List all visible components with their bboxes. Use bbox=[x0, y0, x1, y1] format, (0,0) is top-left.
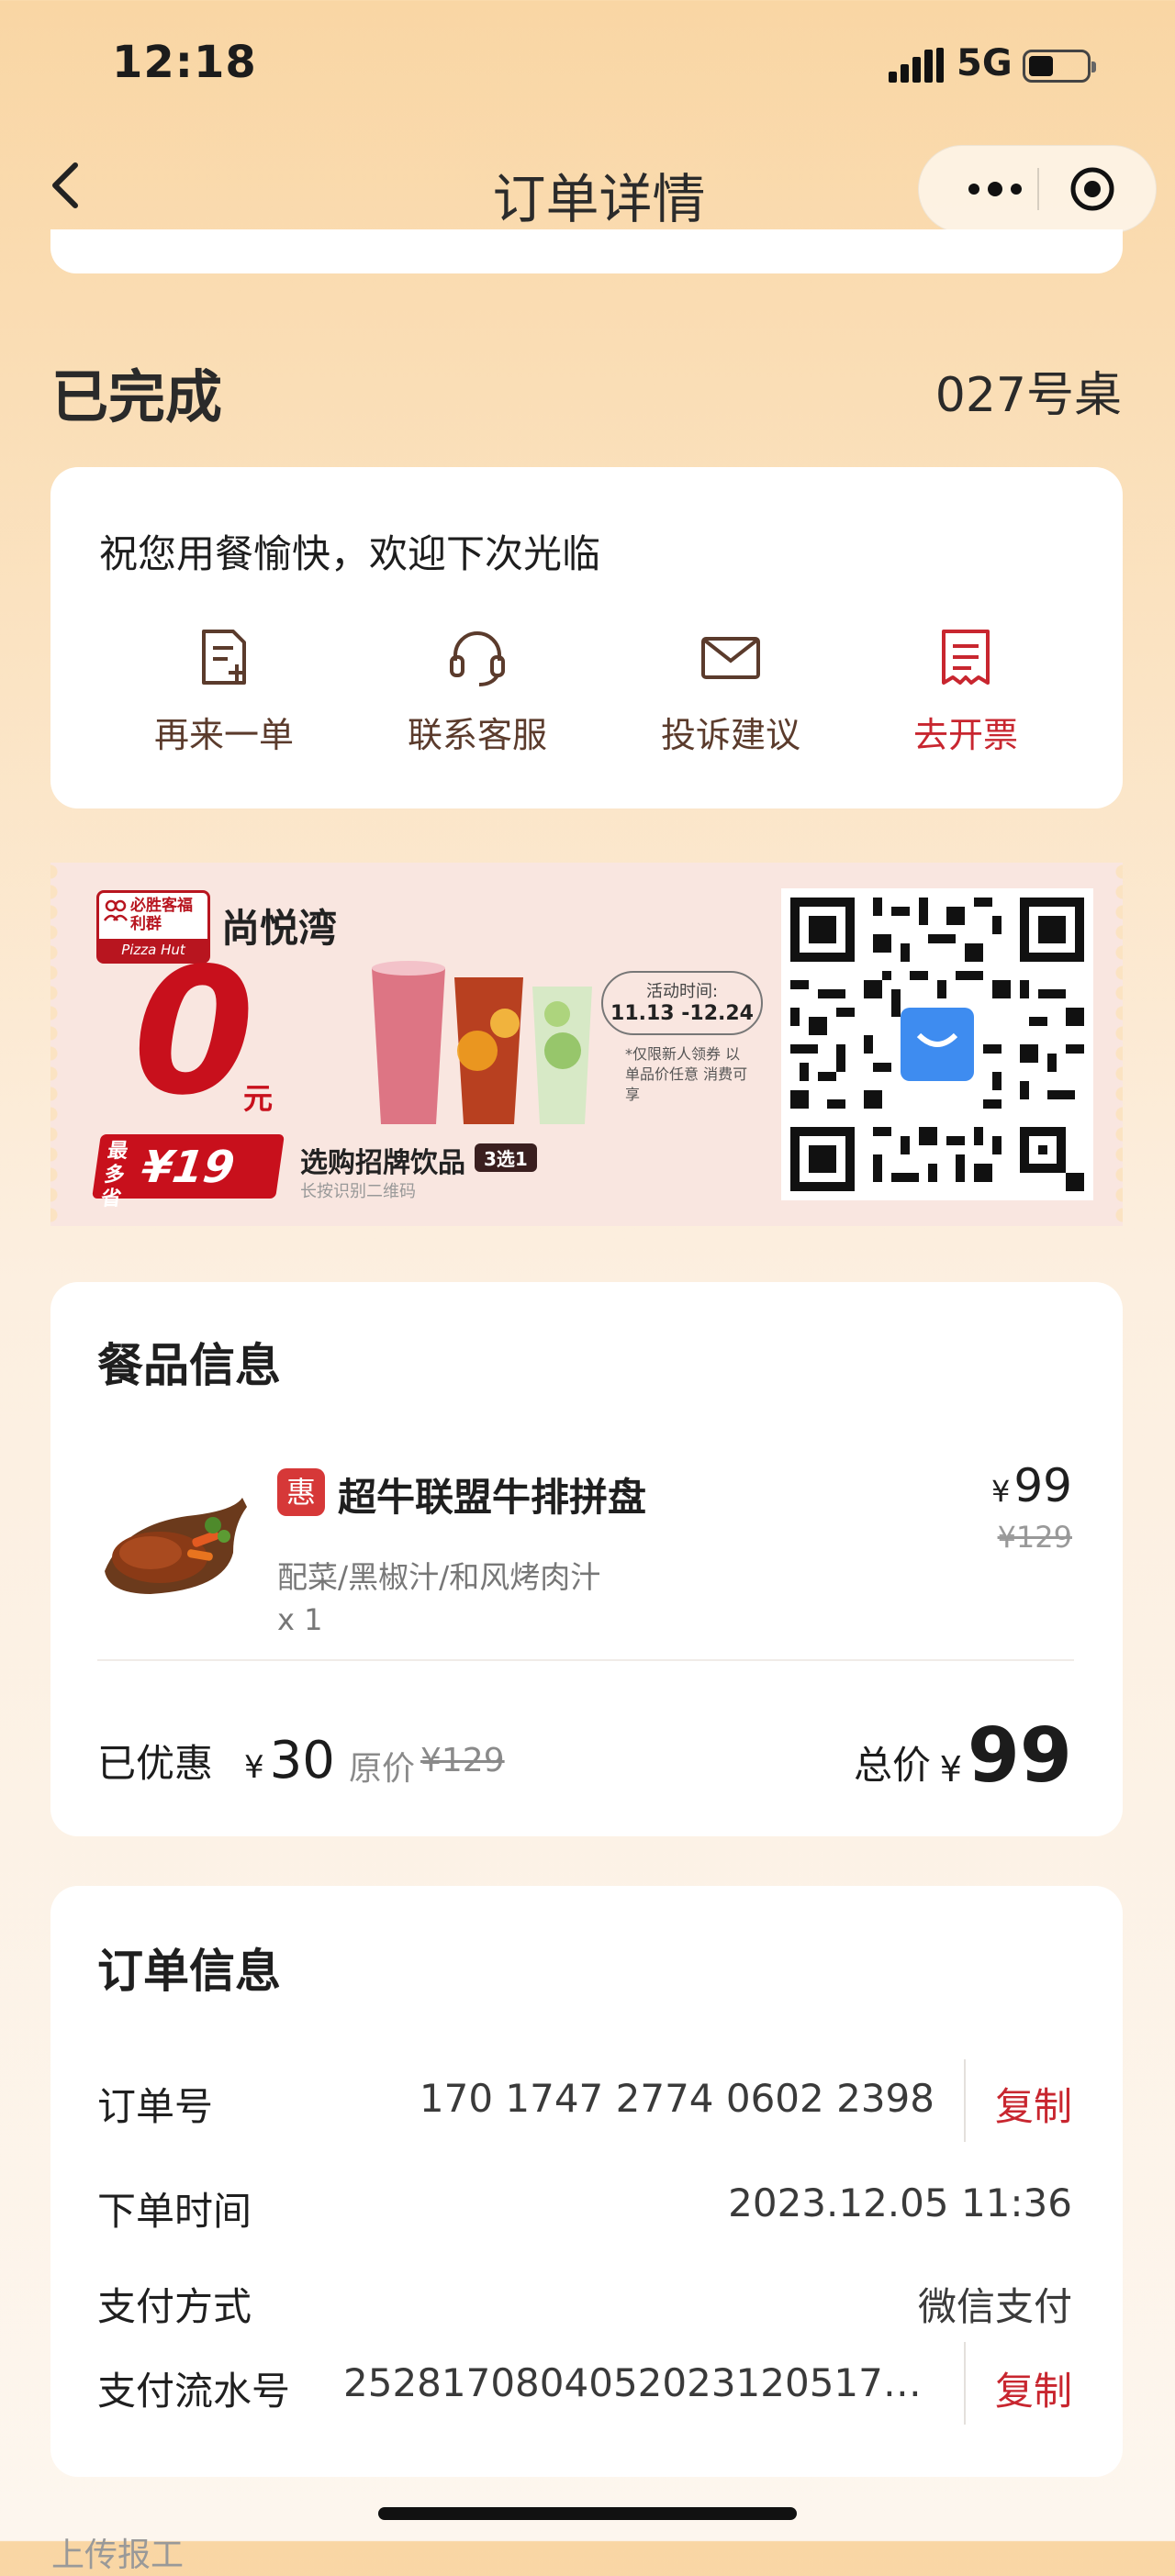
table-number: 027号桌 bbox=[934, 368, 1122, 423]
promo-banner[interactable]: 必胜客福利群 Pizza Hut 尚悦湾 0 元 最多省 ¥19 活动时间: 1… bbox=[50, 863, 1123, 1226]
invoice-label: 去开票 bbox=[912, 715, 1018, 755]
order-status: 已完成 bbox=[51, 363, 223, 430]
close-target-icon[interactable] bbox=[1069, 166, 1115, 212]
copy-divider bbox=[964, 2059, 966, 2142]
ad-big-number: 0 bbox=[133, 931, 255, 1133]
ad-save-badge: 最多省 ¥19 bbox=[92, 1134, 285, 1210]
status-time: 12:18 bbox=[112, 37, 257, 88]
welcome-message: 祝您用餐愉快，欢迎下次光临 bbox=[99, 531, 601, 576]
saved-value: 30 bbox=[269, 1731, 335, 1790]
mini-program-capsule bbox=[918, 145, 1157, 233]
saved-amount: ¥30 bbox=[244, 1731, 335, 1790]
pay-serial-label: 支付流水号 bbox=[97, 2369, 291, 2414]
home-indicator[interactable] bbox=[378, 2507, 797, 2520]
ad-save-prefix: 最多省 bbox=[99, 1140, 130, 1210]
pay-method-label: 支付方式 bbox=[97, 2284, 252, 2329]
invoice-button[interactable]: 去开票 bbox=[874, 624, 1058, 757]
total-value: 99 bbox=[967, 1712, 1072, 1800]
ad-note: *仅限新人领券 以单品价任意 消费可享 bbox=[625, 1045, 748, 1103]
complaint-button[interactable]: 投诉建议 bbox=[639, 624, 822, 757]
more-icon[interactable] bbox=[954, 173, 1036, 205]
food-section-title: 餐品信息 bbox=[97, 1339, 281, 1392]
network-label: 5G bbox=[957, 42, 1013, 84]
headset-icon bbox=[450, 631, 505, 686]
ad-promo-text: 选购招牌饮品 bbox=[300, 1147, 465, 1179]
banner-edge-left bbox=[50, 863, 65, 1226]
dish-name: 超牛联盟牛排拼盘 bbox=[338, 1475, 647, 1520]
dish-options: 配菜/黑椒汁/和风烤肉汁 bbox=[277, 1559, 601, 1595]
contact-service-label: 联系客服 bbox=[407, 715, 547, 755]
capsule-divider bbox=[1037, 168, 1039, 210]
dish-price: ¥99 bbox=[991, 1459, 1072, 1512]
reorder-button[interactable]: 再来一单 bbox=[132, 624, 316, 757]
original-label: 原价 bbox=[349, 1750, 416, 1788]
reorder-icon bbox=[202, 630, 246, 685]
battery-icon bbox=[1023, 50, 1096, 83]
total-currency: ¥ bbox=[939, 1749, 962, 1790]
ad-save-amount: ¥19 bbox=[138, 1142, 238, 1193]
pay-method-value: 微信支付 bbox=[917, 2284, 1072, 2329]
reorder-label: 再来一单 bbox=[153, 715, 294, 755]
contact-service-button[interactable]: 联系客服 bbox=[386, 624, 569, 757]
brand-name: 必胜客福利群 bbox=[130, 897, 193, 933]
dish-quantity: x 1 bbox=[277, 1602, 323, 1637]
total-amount: ¥99 bbox=[940, 1712, 1072, 1800]
saved-label: 已优惠 bbox=[97, 1741, 214, 1786]
next-section-peek: 上传报工 bbox=[51, 2537, 185, 2574]
copy-order-no-button[interactable]: 复制 bbox=[995, 2076, 1072, 2132]
order-time-value: 2023.12.05 11:36 bbox=[728, 2180, 1072, 2225]
copy-divider-2 bbox=[964, 2342, 966, 2425]
qr-code[interactable] bbox=[781, 888, 1093, 1200]
group-icon bbox=[103, 899, 129, 921]
order-no-label: 订单号 bbox=[97, 2084, 214, 2129]
discount-badge: 惠 bbox=[277, 1468, 325, 1516]
ad-time-range: 11.13 -12.24 bbox=[610, 1002, 754, 1025]
ad-hint: 长按识别二维码 bbox=[300, 1182, 416, 1201]
previous-card-edge bbox=[50, 229, 1123, 273]
ad-time-badge: 活动时间: 11.13 -12.24 bbox=[601, 971, 763, 1035]
price-currency: ¥ bbox=[991, 1474, 1011, 1509]
ad-unit: 元 bbox=[243, 1081, 274, 1116]
ad-time-label: 活动时间: bbox=[645, 982, 719, 1001]
order-time-label: 下单时间 bbox=[97, 2189, 252, 2234]
saved-currency: ¥ bbox=[244, 1749, 264, 1786]
dish-original-price: ¥129 bbox=[997, 1520, 1072, 1555]
signal-icon bbox=[889, 48, 944, 83]
order-no-value: 170 1747 2774 0602 2398 bbox=[419, 2076, 934, 2121]
invoice-icon bbox=[942, 630, 990, 685]
complaint-label: 投诉建议 bbox=[660, 715, 800, 755]
divider bbox=[97, 1659, 1074, 1661]
dish-image bbox=[105, 1498, 247, 1594]
copy-pay-serial-button[interactable]: 复制 bbox=[995, 2360, 1072, 2416]
original-value: ¥129 bbox=[420, 1742, 505, 1779]
banner-edge-right bbox=[1108, 863, 1123, 1226]
mail-icon bbox=[701, 637, 760, 679]
price-value: 99 bbox=[1013, 1459, 1072, 1512]
ad-promo-tag: 3选1 bbox=[475, 1143, 537, 1172]
order-section-title: 订单信息 bbox=[97, 1945, 281, 1998]
pay-serial-value: 25281708040520231205170... bbox=[343, 2360, 931, 2405]
total-label: 总价 bbox=[854, 1743, 932, 1788]
